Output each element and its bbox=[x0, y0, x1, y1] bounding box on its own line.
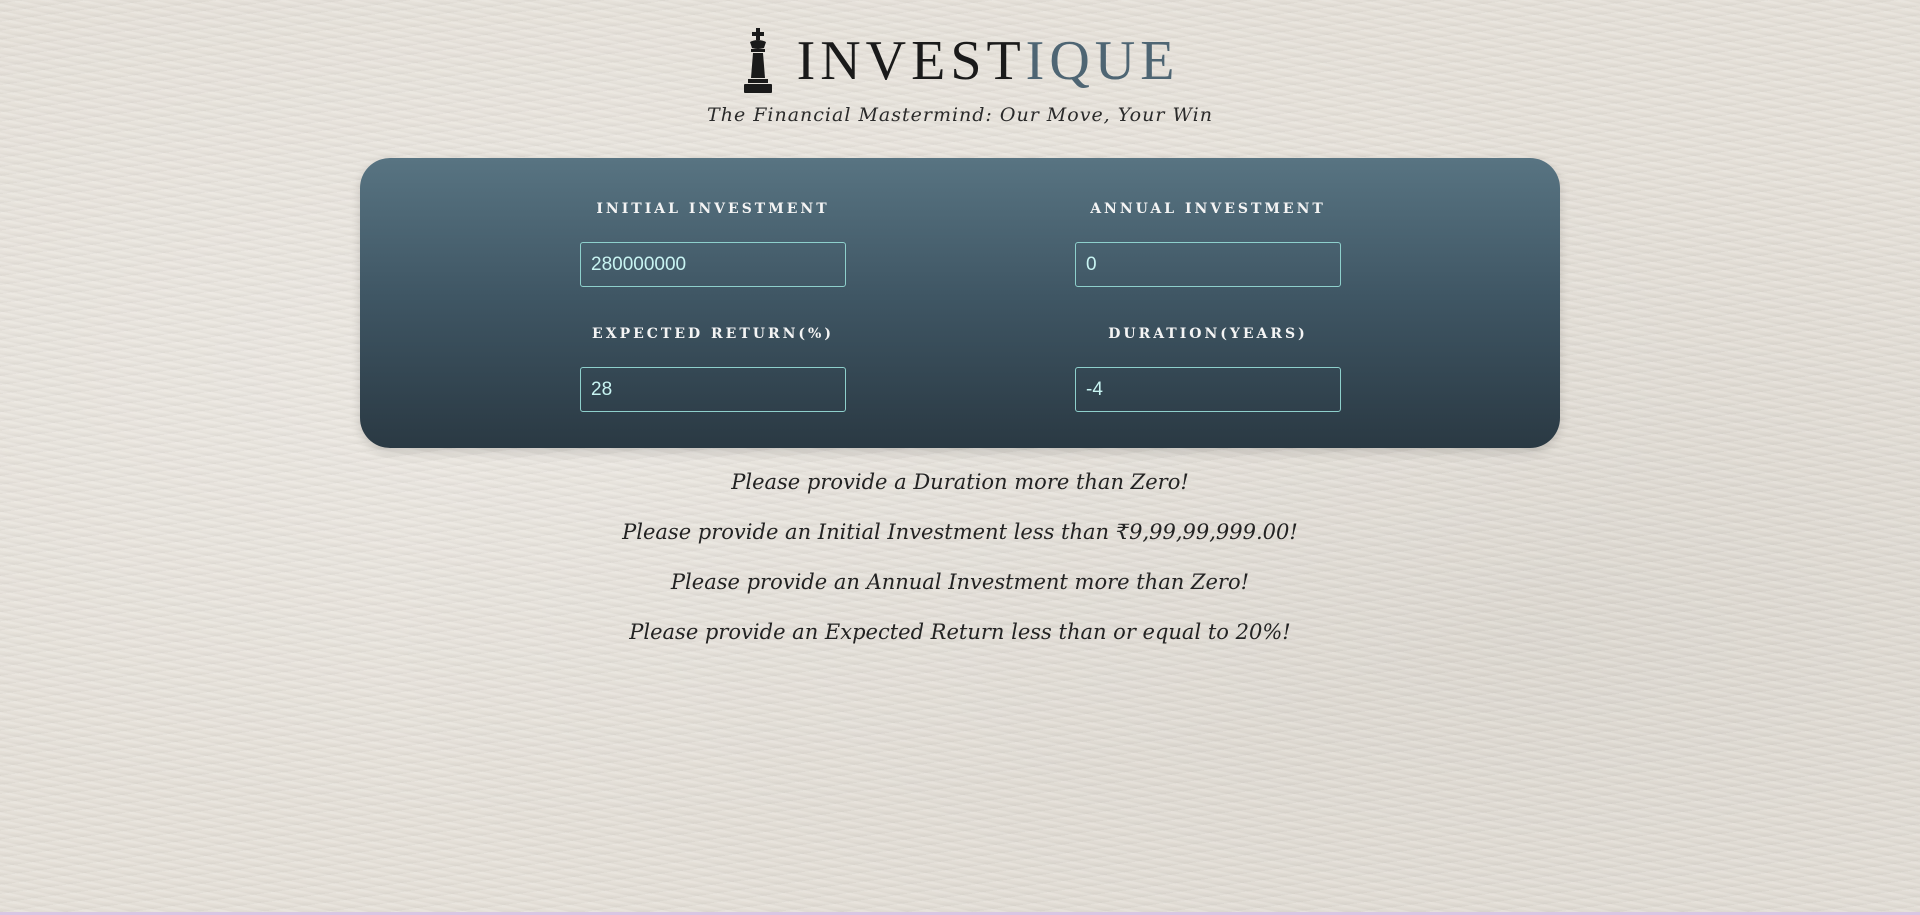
tagline: The Financial Mastermind: Our Move, Your… bbox=[707, 104, 1213, 126]
expected-return-group: EXPECTED RETURN(%) bbox=[580, 325, 846, 412]
annual-investment-label: ANNUAL INVESTMENT bbox=[1090, 201, 1326, 217]
brand-logo: INVESTIQUE bbox=[741, 28, 1180, 94]
duration-error-message: Please provide a Duration more than Zero… bbox=[731, 470, 1189, 494]
initial-investment-label: INITIAL INVESTMENT bbox=[596, 201, 830, 217]
brand-name-accent: IQUE bbox=[1025, 30, 1180, 92]
duration-label: DURATION(YEARS) bbox=[1108, 326, 1308, 342]
duration-group: DURATION(YEARS) bbox=[1075, 325, 1341, 412]
input-panel: INITIAL INVESTMENT ANNUAL INVESTMENT EXP… bbox=[360, 158, 1560, 448]
expected-return-label: EXPECTED RETURN(%) bbox=[592, 326, 834, 342]
duration-input[interactable] bbox=[1075, 367, 1341, 412]
annual-investment-input[interactable] bbox=[1075, 242, 1341, 287]
app-header: INVESTIQUE The Financial Mastermind: Our… bbox=[0, 28, 1920, 126]
initial-investment-error-message: Please provide an Initial Investment les… bbox=[622, 520, 1298, 544]
brand-name-main: INVEST bbox=[796, 30, 1026, 92]
annual-investment-group: ANNUAL INVESTMENT bbox=[1075, 200, 1341, 287]
chess-king-icon bbox=[743, 28, 772, 93]
validation-messages: Please provide a Duration more than Zero… bbox=[0, 466, 1920, 666]
brand-name: INVESTIQUE bbox=[797, 33, 1180, 89]
initial-investment-input[interactable] bbox=[580, 242, 846, 287]
initial-investment-group: INITIAL INVESTMENT bbox=[580, 200, 846, 287]
expected-return-error-message: Please provide an Expected Return less t… bbox=[629, 620, 1291, 644]
expected-return-input[interactable] bbox=[580, 367, 846, 412]
annual-investment-error-message: Please provide an Annual Investment more… bbox=[670, 570, 1250, 594]
